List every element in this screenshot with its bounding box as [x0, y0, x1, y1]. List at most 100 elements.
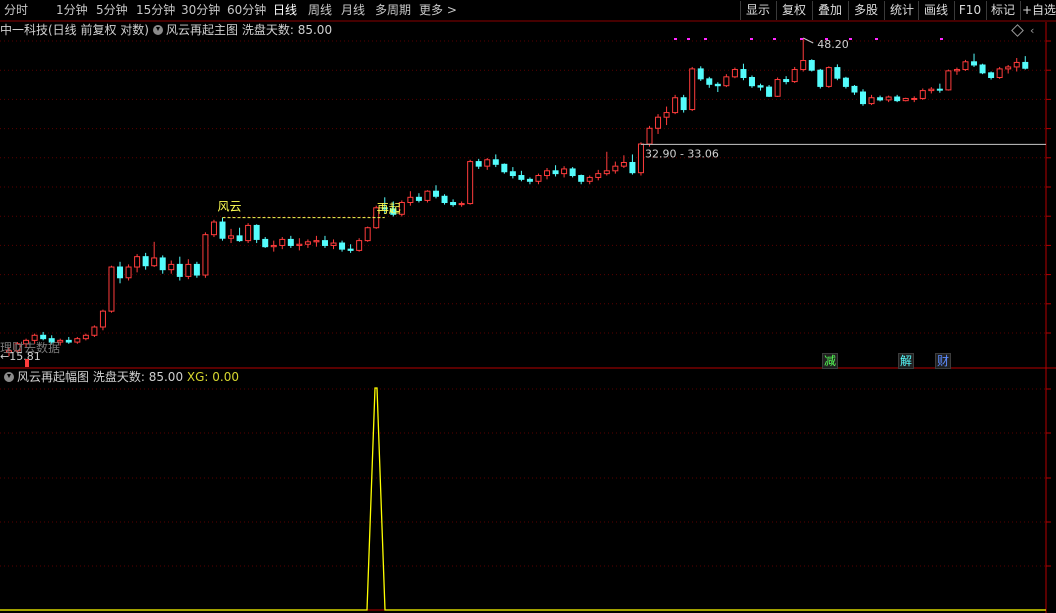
candle-body [296, 243, 303, 246]
candle-body [612, 165, 619, 172]
candle-body [578, 175, 585, 182]
candle-body [364, 227, 371, 242]
candle-body [860, 91, 866, 105]
low-label: ←15.81 [0, 350, 41, 363]
candle-body [783, 79, 790, 83]
candle-body [971, 61, 978, 66]
candle-body [842, 77, 849, 87]
signal-dot [940, 38, 943, 40]
candle-body [228, 235, 235, 239]
main-indicator-name[interactable]: 风云再起主图 [166, 23, 238, 37]
candle-body [159, 257, 166, 271]
candle-body [210, 221, 217, 236]
candle-body [270, 244, 277, 248]
signal-dot [704, 38, 707, 40]
candle-body [518, 175, 525, 180]
kline-chart[interactable]: 风云 再起32.90 - 33.0648.20理财去数据←15.81 [0, 0, 1056, 613]
candle-body [689, 68, 696, 111]
candle-body [714, 83, 721, 87]
candle-body [304, 241, 311, 245]
badge-unlock[interactable]: 解 [898, 353, 914, 369]
sub-param-value: 85.00 [148, 370, 184, 384]
low-marker [25, 359, 29, 367]
candle-body [142, 256, 149, 267]
candle-body [885, 96, 892, 101]
candle-body [655, 116, 662, 129]
candle-body [928, 88, 935, 92]
candle-body [245, 224, 252, 242]
candle-body [176, 263, 183, 277]
signal-dot [800, 38, 803, 40]
candle-body [330, 242, 337, 246]
candle-body [791, 69, 798, 83]
candle-body [279, 238, 286, 246]
candle-body [526, 178, 533, 182]
sub-param-label: 洗盘天数: [92, 370, 145, 384]
dropdown-circle-icon[interactable] [153, 25, 163, 35]
signal-zaiqi-label: 再起 [377, 202, 401, 216]
candle-body [501, 163, 508, 173]
main-param-value: 85.00 [297, 23, 333, 37]
high-label: 48.20 [817, 38, 849, 51]
candle-body [629, 161, 636, 174]
candle-body [808, 60, 815, 71]
candle-body [544, 170, 551, 177]
candlestick-series [6, 38, 1029, 357]
candle-body [356, 240, 363, 251]
candle-body [825, 67, 832, 87]
sub-chart-header: 风云再起幅图 洗盘天数: 85.00 XG: 0.00 [0, 369, 239, 385]
candle-body [672, 97, 679, 114]
signal-dot [687, 38, 690, 40]
candle-body [962, 61, 969, 71]
badge-finance[interactable]: 财 [935, 353, 951, 369]
candle-body [117, 266, 124, 279]
candle-body [988, 72, 995, 79]
candle-body [168, 263, 175, 271]
candle-body [339, 242, 346, 250]
candle-body [458, 203, 465, 206]
candle-body [441, 195, 448, 204]
sub-dropdown-circle-icon[interactable] [4, 372, 14, 382]
candle-body [919, 90, 926, 99]
candle-body [953, 69, 960, 72]
candle-body [663, 112, 670, 118]
collapse-arrow-icon[interactable]: ‹ [1030, 24, 1034, 37]
candle-body [467, 161, 474, 205]
candle-body [31, 334, 38, 341]
candle-body [313, 240, 320, 243]
candle-body [774, 79, 781, 97]
xg-value: 0.00 [212, 370, 240, 384]
candle-body [185, 263, 192, 277]
signal-fengyun-label: 风云 [218, 200, 242, 214]
candle-body [894, 96, 901, 102]
candle-body [723, 76, 730, 87]
candle-body [979, 64, 986, 74]
candle-body [108, 266, 115, 312]
signal-dot [674, 38, 677, 40]
candle-body [236, 235, 243, 242]
candle-body [697, 68, 704, 80]
candle-body [424, 190, 431, 201]
candle-body [151, 257, 158, 267]
candle-body [620, 161, 627, 167]
candle-body [475, 161, 482, 167]
candle-body [706, 78, 713, 85]
badge-reduce[interactable]: 减 [822, 353, 838, 369]
candle-body [877, 97, 884, 101]
candle-body [262, 238, 269, 248]
candle-body [637, 143, 644, 174]
chart-annotations: 风云 再起32.90 - 33.0648.20理财去数据←15.81 [0, 37, 1046, 367]
signal-dot [750, 38, 753, 40]
candle-body [347, 248, 354, 251]
candle-body [202, 234, 209, 276]
main-chart-header: 中一科技(日线 前复权 对数) 风云再起主图 洗盘天数: 85.00 [0, 22, 332, 38]
signal-dot [849, 38, 852, 40]
candle-body [134, 256, 141, 268]
candle-body [757, 85, 764, 88]
sub-indicator-name[interactable]: 风云再起幅图 [17, 370, 89, 384]
main-param-label: 洗盘天数: [241, 23, 294, 37]
candle-body [287, 238, 294, 246]
candle-body [1005, 66, 1012, 70]
candle-body [253, 224, 260, 240]
candle-body [748, 77, 755, 87]
